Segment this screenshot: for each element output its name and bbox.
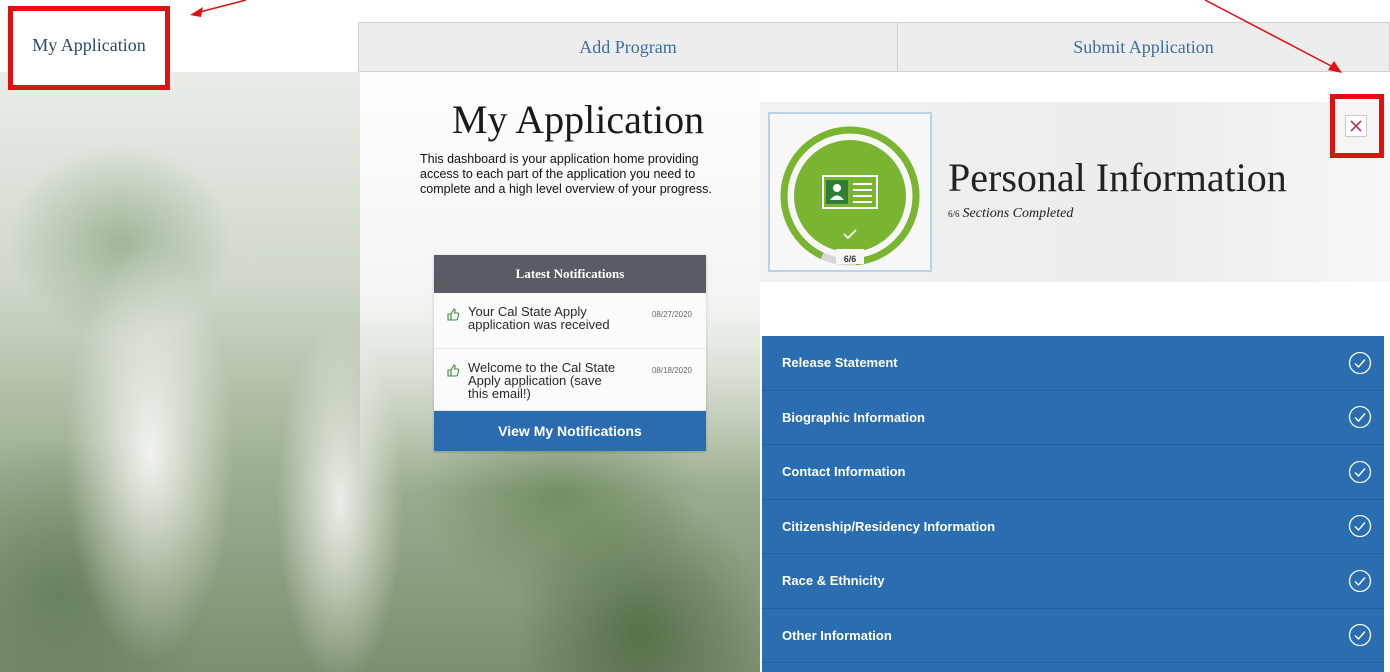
id-card-icon <box>822 175 878 209</box>
view-notifications-label: View My Notifications <box>498 423 642 439</box>
page-title: My Application <box>451 97 705 142</box>
thumbs-up-icon <box>447 364 460 377</box>
check-circle-icon <box>1348 624 1372 647</box>
notifications-card: Latest Notifications Your Cal State Appl… <box>434 255 706 451</box>
notifications-header: Latest Notifications <box>434 255 706 293</box>
thumbs-up-icon <box>447 308 460 321</box>
section-title: Personal Information <box>948 155 1287 200</box>
notification-date: 08/18/2020 <box>651 366 692 375</box>
close-button[interactable] <box>1345 115 1367 137</box>
nav-my-application[interactable]: My Application <box>8 6 170 90</box>
panel-header: 6/6 Personal Information 6/6 Sections Com… <box>760 102 1390 282</box>
notification-text: Your Cal State Apply application was rec… <box>468 304 610 332</box>
notification-text: Welcome to the Cal State Apply applicati… <box>468 360 616 401</box>
section-row-other-information[interactable]: Other Information <box>762 609 1384 663</box>
check-circle-icon <box>1348 460 1372 483</box>
badge-check-icon <box>843 229 857 240</box>
notification-item[interactable]: Welcome to the Cal State Apply applicati… <box>434 349 706 411</box>
badge-label: 6/6 <box>843 254 857 264</box>
section-row-biographic-information[interactable]: Biographic Information <box>762 391 1384 445</box>
notification-item[interactable]: Your Cal State Apply application was rec… <box>434 293 706 349</box>
section-label: Release Statement <box>782 355 898 371</box>
section-row-citizenship-residency[interactable]: Citizenship/Residency Information <box>762 500 1384 554</box>
tab-submit-application[interactable]: Submit Application <box>897 22 1390 72</box>
section-label: Biographic Information <box>782 409 925 425</box>
section-label: Other Information <box>782 627 892 643</box>
section-label: Citizenship/Residency Information <box>782 518 996 534</box>
section-label: Race & Ethnicity <box>782 573 885 589</box>
tab-add-program[interactable]: Add Program <box>358 22 898 72</box>
check-circle-icon <box>1348 515 1372 538</box>
section-list: Release Statement Biographic Information… <box>762 336 1384 672</box>
page-description: This dashboard is your application home … <box>420 152 712 196</box>
section-row-release-statement[interactable]: Release Statement <box>762 336 1384 391</box>
sections-completed: 6/6 Sections Completed <box>948 206 1073 222</box>
annotation-arrow-left <box>195 0 247 14</box>
close-icon <box>1350 120 1362 132</box>
section-label: Contact Information <box>782 464 906 480</box>
section-row-race-ethnicity[interactable]: Race & Ethnicity <box>762 554 1384 609</box>
sections-fraction: 6/6 <box>948 209 960 219</box>
tab-submit-application-label: Submit Application <box>1073 36 1214 57</box>
nav-my-application-label: My Application <box>32 35 146 55</box>
notifications-header-label: Latest Notifications <box>515 266 625 281</box>
section-row-contact-information[interactable]: Contact Information <box>762 445 1384 500</box>
check-circle-icon <box>1348 351 1372 374</box>
check-circle-icon <box>1348 406 1372 429</box>
annotation-arrowhead-left <box>190 7 203 17</box>
sections-completed-label: Sections Completed <box>962 206 1074 221</box>
check-circle-icon <box>1348 569 1372 592</box>
notification-date: 08/27/2020 <box>651 310 692 319</box>
progress-badge[interactable]: 6/6 <box>768 112 932 272</box>
view-notifications-button[interactable]: View My Notifications <box>434 411 706 451</box>
tab-add-program-label: Add Program <box>579 36 677 57</box>
